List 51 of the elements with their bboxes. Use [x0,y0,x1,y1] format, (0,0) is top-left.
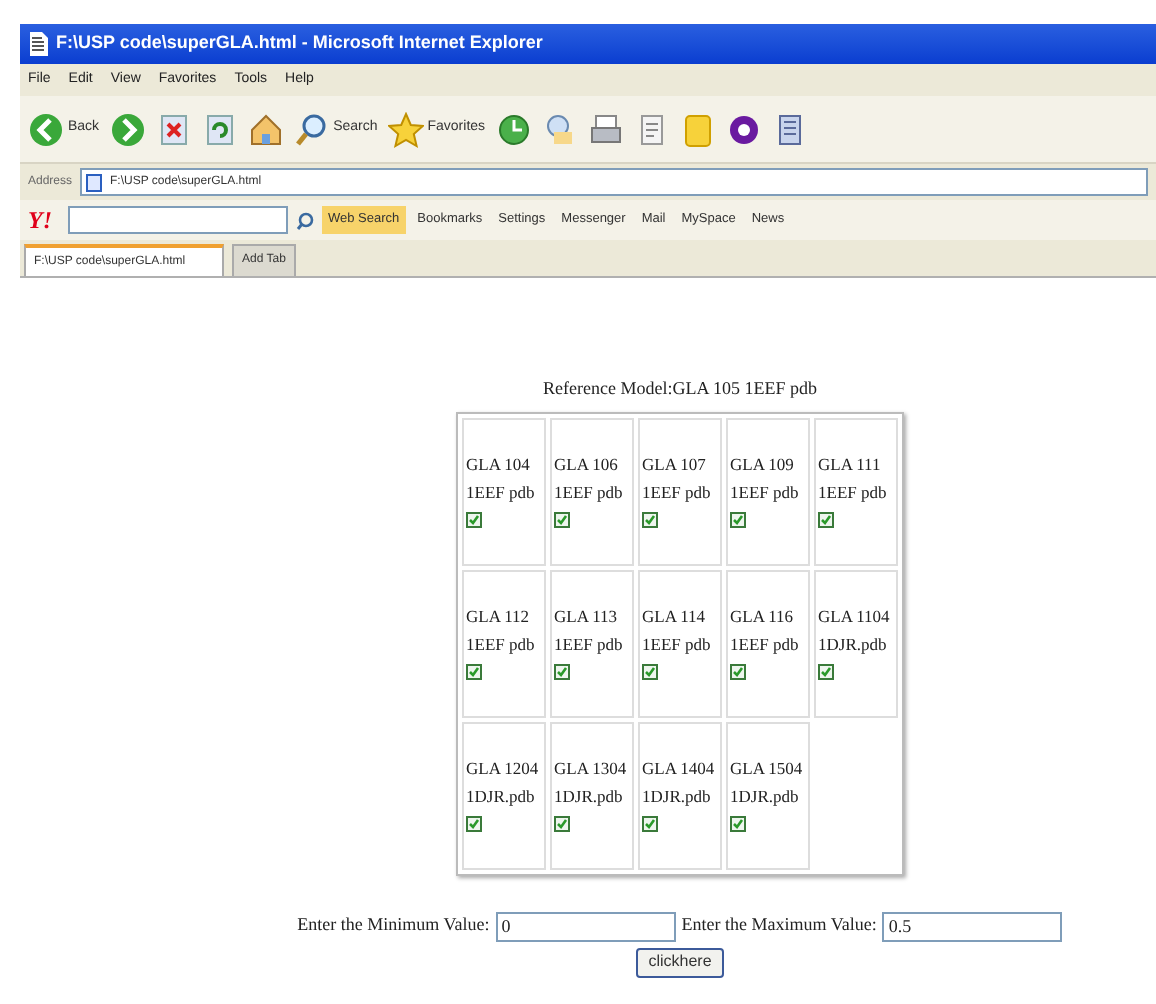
checkbox[interactable] [554,815,570,831]
model-label: GLA 1404 1DJR.pdb [642,755,717,809]
model-label: GLA 1204 1DJR.pdb [466,755,541,809]
checkbox[interactable] [818,663,834,679]
checkbox[interactable] [466,663,482,679]
model-label: GLA 1304 1DJR.pdb [554,755,629,809]
model-label: GLA 111 1EEF pdb [818,451,889,505]
checkbox[interactable] [730,663,746,679]
favorites-icon [387,111,424,147]
yahoo-logo[interactable]: Y! [28,202,52,238]
model-label: GLA 1104 1DJR.pdb [818,603,892,657]
checkbox[interactable] [730,815,746,831]
mail-button[interactable] [541,111,578,147]
checkbox[interactable] [642,511,658,527]
model-label: GLA 106 1EEF pdb [554,451,625,505]
checkbox[interactable] [466,511,482,527]
model-label: GLA 104 1EEF pdb [466,451,537,505]
checkbox[interactable] [554,511,570,527]
search-field[interactable] [68,206,288,234]
model-label: GLA 112 1EEF pdb [466,603,537,657]
reference-model-text: Reference Model:GLA 105 1EEF pdb [543,376,817,402]
print-button[interactable] [587,111,624,147]
model-label: GLA 109 1EEF pdb [730,451,801,505]
checkbox[interactable] [642,663,658,679]
history-button[interactable] [495,111,532,147]
minimum-value-field[interactable]: 0 [495,911,676,941]
page-icon [86,173,103,191]
stop-button[interactable] [155,111,192,147]
refresh-button[interactable] [201,111,238,147]
checkbox[interactable] [642,815,658,831]
maximum-value-label: Enter the Maximum Value: [681,912,877,939]
messenger-button[interactable] [725,111,762,147]
model-label: GLA 107 1EEF pdb [642,451,713,505]
checkbox[interactable] [818,511,834,527]
page-icon [28,32,48,56]
model-label: GLA 116 1EEF pdb [730,603,801,657]
model-label: GLA 113 1EEF pdb [554,603,625,657]
model-label: GLA 114 1EEF pdb [642,603,713,657]
maximum-value-field[interactable]: 0.5 [882,911,1063,941]
back-icon [28,111,64,147]
checkbox[interactable] [554,663,570,679]
search-icon [293,111,330,147]
search-icon[interactable] [296,211,314,229]
window-title: F:\USP code\superGLA.html - Microsoft Internet Explorer [56,30,543,57]
model-label: GLA 1504 1DJR.pdb [730,755,805,809]
minimum-value-label: Enter the Minimum Value: [297,912,490,939]
checkbox[interactable] [730,511,746,527]
checkbox[interactable] [466,815,482,831]
clickhere-button[interactable]: clickhere [636,947,724,977]
forward-button[interactable] [109,111,146,147]
home-button[interactable] [247,111,284,147]
